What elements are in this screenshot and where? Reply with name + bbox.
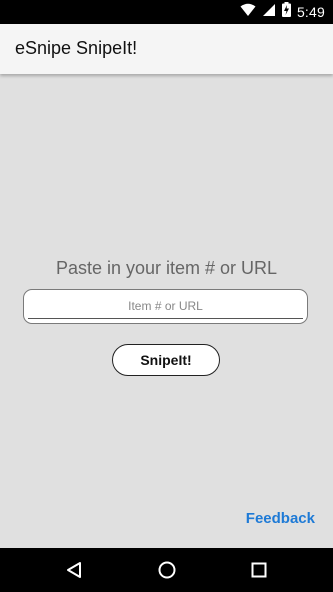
status-time: 5:49: [296, 4, 325, 20]
wifi-icon: [240, 3, 256, 22]
recents-icon[interactable]: [247, 558, 271, 582]
app-bar: eSnipe SnipeIt!: [0, 24, 333, 74]
back-icon[interactable]: [62, 558, 86, 582]
prompt-label: Paste in your item # or URL: [55, 258, 278, 278]
snipeit-button[interactable]: SnipeIt!: [112, 344, 220, 376]
app-title: eSnipe SnipeIt!: [15, 38, 138, 58]
home-icon[interactable]: [155, 558, 179, 582]
main-content: Paste in your item # or URL SnipeIt! Fee…: [0, 74, 333, 548]
status-icons: 5:49: [240, 2, 325, 22]
item-url-input[interactable]: [28, 294, 303, 319]
signal-icon: [262, 3, 276, 22]
battery-charging-icon: [281, 2, 291, 22]
navigation-bar: [0, 548, 333, 592]
status-bar: 5:49: [0, 0, 333, 24]
item-input-container[interactable]: [23, 289, 308, 324]
feedback-link[interactable]: Feedback: [246, 510, 315, 527]
